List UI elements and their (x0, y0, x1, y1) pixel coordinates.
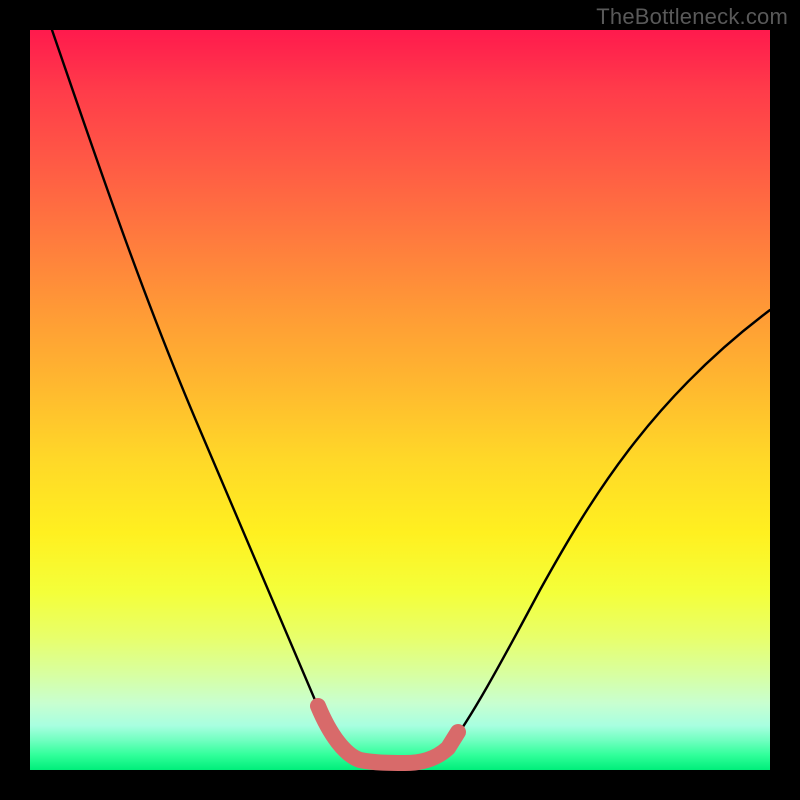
bottleneck-curve (52, 30, 770, 763)
chart-frame: TheBottleneck.com (0, 0, 800, 800)
plot-area (30, 30, 770, 770)
watermark-text: TheBottleneck.com (596, 4, 788, 30)
chart-svg (30, 30, 770, 770)
highlight-band (318, 706, 458, 763)
